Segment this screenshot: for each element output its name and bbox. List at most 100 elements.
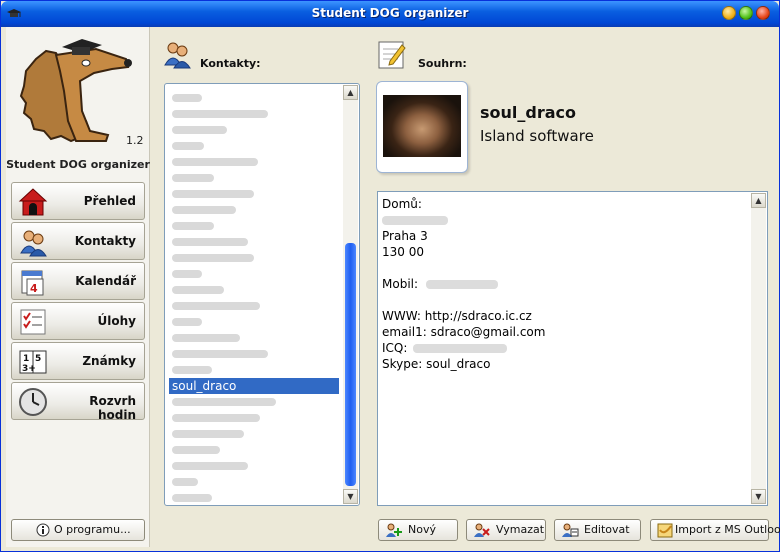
- nav-timetable-button[interactable]: Rozvrh hodin: [11, 382, 145, 422]
- list-item[interactable]: [169, 442, 339, 458]
- scroll-up-button[interactable]: ▲: [751, 193, 766, 208]
- outlook-icon: [657, 523, 673, 538]
- list-item[interactable]: [169, 298, 339, 314]
- client-area: 1.2 Student DOG organizer Přehled Kontak…: [4, 27, 780, 549]
- list-item[interactable]: [169, 362, 339, 378]
- zip: 130 00: [382, 245, 424, 259]
- list-item[interactable]: [169, 122, 339, 138]
- new-contact-button[interactable]: Nový: [378, 519, 458, 541]
- scroll-thumb[interactable]: [345, 243, 356, 486]
- list-item[interactable]: [169, 490, 339, 505]
- people-icon: [164, 42, 191, 69]
- nav-grades-label: Známky: [82, 354, 136, 368]
- nav-overview-label: Přehled: [83, 194, 136, 208]
- list-item[interactable]: [169, 266, 339, 282]
- nav-calendar-button[interactable]: 4 Kalendář: [11, 262, 145, 300]
- edit-user-icon: [562, 523, 579, 537]
- svg-text:4: 4: [30, 282, 38, 295]
- maximize-button[interactable]: [739, 6, 753, 20]
- nav-overview-button[interactable]: Přehled: [11, 182, 145, 220]
- checklist-icon: [20, 309, 46, 335]
- list-item[interactable]: [169, 474, 339, 490]
- email: email1: sdraco@gmail.com: [382, 325, 546, 339]
- list-item[interactable]: [169, 330, 339, 346]
- list-item[interactable]: [169, 218, 339, 234]
- skype: Skype: soul_draco: [382, 357, 491, 371]
- list-item[interactable]: [169, 458, 339, 474]
- new-label: Nový: [408, 523, 436, 536]
- list-item[interactable]: [169, 282, 339, 298]
- about-button[interactable]: O programu...: [11, 519, 145, 541]
- list-item[interactable]: [169, 234, 339, 250]
- list-item[interactable]: [169, 90, 339, 106]
- contact-selected[interactable]: soul_draco: [169, 378, 339, 394]
- edit-contact-button[interactable]: Editovat: [554, 519, 641, 541]
- mobile-label: Mobil:: [382, 277, 419, 291]
- nav-grades-button[interactable]: 1 5 3+ Známky: [11, 342, 145, 380]
- sidebar: 1.2 Student DOG organizer Přehled Kontak…: [6, 27, 150, 547]
- list-item[interactable]: [169, 346, 339, 362]
- title-bar[interactable]: Student DOG organizer: [1, 1, 779, 27]
- delete-contact-button[interactable]: Vymazat: [466, 519, 546, 541]
- nav-timetable-label: Rozvrh hodin: [89, 394, 136, 422]
- list-item[interactable]: [169, 314, 339, 330]
- info-icon: [36, 523, 50, 537]
- svg-text:3+: 3+: [22, 364, 36, 374]
- version-label: 1.2: [126, 134, 144, 147]
- icq-row: ICQ:: [382, 340, 508, 356]
- home-label: Domů:: [382, 197, 422, 211]
- notepad-pencil-icon: [378, 41, 406, 69]
- contact-photo: [383, 95, 461, 157]
- delete-user-icon: [474, 523, 490, 537]
- contact-details[interactable]: Domů: Praha 3 130 00 Mobil: WWW: http://…: [377, 191, 768, 506]
- list-item[interactable]: [169, 250, 339, 266]
- city: Praha 3: [382, 229, 428, 243]
- app-name: Student DOG organizer: [6, 158, 150, 171]
- contacts-scrollbar[interactable]: ▲ ▼: [343, 85, 358, 504]
- svg-text:5: 5: [35, 354, 41, 364]
- calendar-icon: 4: [21, 270, 44, 296]
- nav-contacts-button[interactable]: Kontakty: [11, 222, 145, 260]
- nav-contacts-label: Kontakty: [74, 234, 136, 248]
- scroll-down-button[interactable]: ▼: [343, 489, 358, 504]
- about-label: O programu...: [54, 523, 131, 536]
- people-icon: [20, 230, 47, 257]
- contact-name: soul_draco: [480, 103, 577, 122]
- delete-label: Vymazat: [496, 523, 545, 536]
- contacts-list[interactable]: soul_draco ▲ ▼: [164, 83, 360, 506]
- contacts-title: Kontakty:: [200, 57, 261, 70]
- list-item[interactable]: [169, 394, 339, 410]
- list-item[interactable]: [169, 138, 339, 154]
- icq-label: ICQ:: [382, 341, 408, 355]
- nav-tasks-button[interactable]: Úlohy: [11, 302, 145, 340]
- scroll-up-button[interactable]: ▲: [343, 85, 358, 100]
- details-scrollbar[interactable]: ▲ ▼: [751, 193, 766, 504]
- www: WWW: http://sdraco.ic.cz: [382, 309, 532, 323]
- summary-title: Souhrn:: [418, 57, 467, 70]
- close-button[interactable]: [756, 6, 770, 20]
- list-item[interactable]: [169, 426, 339, 442]
- import-label: Import z MS Outlook: [675, 523, 780, 536]
- import-outlook-button[interactable]: Import z MS Outlook: [650, 519, 780, 541]
- svg-text:1: 1: [23, 354, 29, 364]
- dog-logo-icon: [19, 39, 132, 143]
- add-user-icon: [386, 523, 402, 537]
- list-item[interactable]: [169, 170, 339, 186]
- list-item[interactable]: [169, 154, 339, 170]
- mobile-row: Mobil:: [382, 276, 498, 292]
- list-item[interactable]: [169, 186, 339, 202]
- scroll-down-button[interactable]: ▼: [751, 489, 766, 504]
- street-blurred: [382, 212, 448, 228]
- window-title: Student DOG organizer: [311, 6, 469, 20]
- grades-book-icon: 1 5 3+: [19, 350, 47, 374]
- nav-calendar-label: Kalendář: [75, 274, 136, 288]
- list-item[interactable]: [169, 410, 339, 426]
- edit-label: Editovat: [584, 523, 630, 536]
- clock-icon: [19, 388, 47, 416]
- main-window: Student DOG organizer 1.2 Student DOG or…: [0, 0, 780, 552]
- contact-organization: Island software: [480, 127, 594, 145]
- list-item[interactable]: [169, 106, 339, 122]
- list-item[interactable]: [169, 202, 339, 218]
- minimize-button[interactable]: [722, 6, 736, 20]
- contact-photo-frame: [376, 81, 468, 173]
